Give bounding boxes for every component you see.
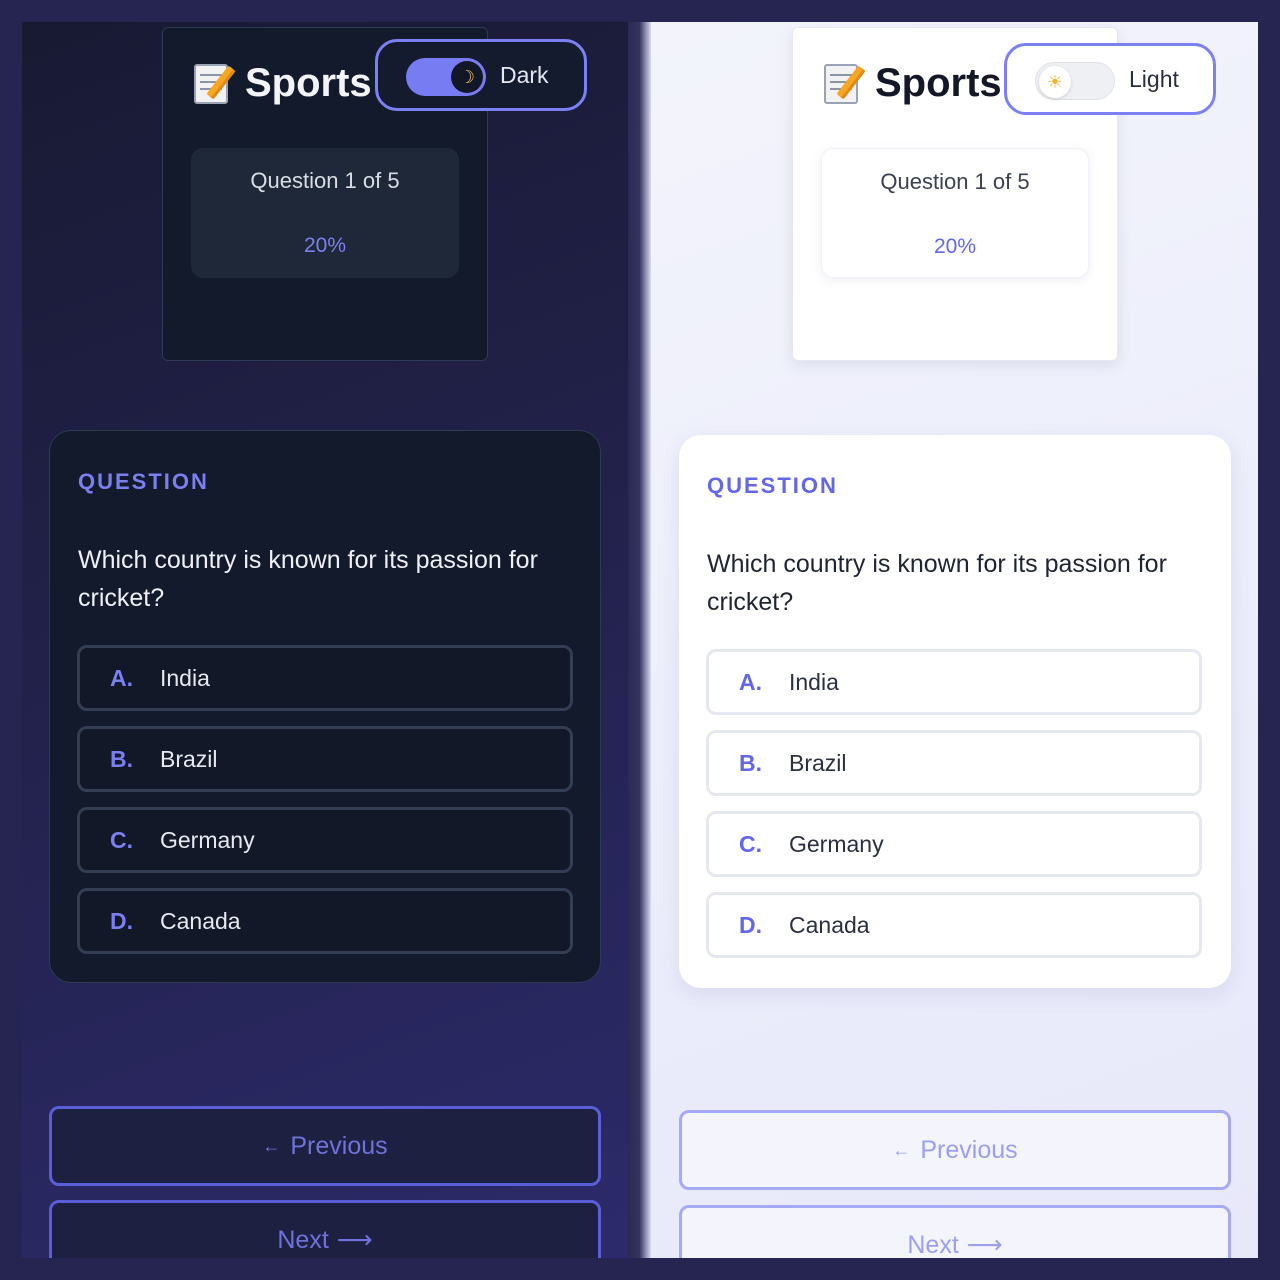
memo-icon	[191, 60, 236, 106]
theme-toggle[interactable]: ☽ Dark	[375, 39, 587, 111]
quiz-brand: Sports	[191, 60, 372, 106]
next-label: Next	[277, 1225, 329, 1254]
option-text: Germany	[160, 826, 255, 853]
option-letter: A.	[110, 664, 133, 691]
quiz-category-title: Sports	[245, 60, 372, 105]
option-text: Germany	[789, 830, 884, 857]
next-label: Next	[907, 1230, 959, 1259]
light-theme-panel: Sports Question 1 of 5 20% ☀ Light QUEST…	[651, 22, 1258, 1258]
option-letter: B.	[110, 745, 133, 772]
option-letter: A.	[739, 668, 762, 695]
previous-label: Previous	[920, 1135, 1018, 1164]
answer-option-a[interactable]: A. India	[77, 645, 573, 711]
next-button[interactable]: Next ⟶	[49, 1200, 601, 1258]
previous-button[interactable]: ← Previous	[679, 1110, 1231, 1190]
progress-percent: 20%	[933, 235, 977, 258]
next-button[interactable]: Next ⟶	[679, 1205, 1231, 1258]
answer-option-d[interactable]: D. Canada	[706, 892, 1202, 958]
theme-toggle-label: Dark	[500, 62, 549, 88]
arrow-right-icon: ⟶	[966, 1231, 1003, 1258]
answer-option-d[interactable]: D. Canada	[77, 888, 573, 954]
option-letter: C.	[739, 830, 762, 857]
theme-switch[interactable]: ☽	[406, 58, 486, 96]
option-letter: D.	[739, 911, 762, 938]
answer-option-a[interactable]: A. India	[706, 649, 1202, 715]
theme-toggle-label: Light	[1129, 66, 1179, 92]
theme-switch[interactable]: ☀	[1035, 62, 1115, 100]
arrow-left-icon: ←	[892, 1139, 911, 1160]
previous-label: Previous	[290, 1131, 388, 1160]
arrow-right-icon: ⟶	[336, 1226, 373, 1254]
option-text: India	[160, 664, 210, 691]
arrow-left-icon: ←	[262, 1135, 281, 1156]
answer-option-b[interactable]: B. Brazil	[77, 726, 573, 792]
progress-box: Question 1 of 5 20%	[821, 148, 1089, 278]
memo-icon	[821, 60, 866, 106]
option-letter: C.	[110, 826, 133, 853]
quiz-category-title: Sports	[875, 60, 1002, 105]
screenshot-canvas: Sports Question 1 of 5 20% ☽ Dark QUESTI…	[0, 0, 1280, 1280]
question-counter: Question 1 of 5	[880, 169, 1030, 194]
question-eyebrow: QUESTION	[707, 473, 838, 498]
option-text: Brazil	[789, 749, 847, 776]
moon-icon: ☽	[451, 61, 483, 93]
theme-toggle[interactable]: ☀ Light	[1004, 43, 1216, 115]
option-text: Canada	[789, 911, 870, 938]
progress-percent: 20%	[303, 234, 347, 257]
panel-divider	[628, 22, 651, 1258]
option-letter: B.	[739, 749, 762, 776]
progress-box: Question 1 of 5 20%	[191, 148, 459, 278]
answer-option-c[interactable]: C. Germany	[77, 807, 573, 873]
answer-options: A. India B. Brazil C. Germany D. Canada	[706, 649, 1202, 973]
question-text: Which country is known for its passion f…	[707, 550, 1167, 616]
answer-option-c[interactable]: C. Germany	[706, 811, 1202, 877]
answer-option-b[interactable]: B. Brazil	[706, 730, 1202, 796]
answer-options: A. India B. Brazil C. Germany D. Canada	[77, 645, 573, 969]
option-text: Brazil	[160, 745, 218, 772]
option-text: Canada	[160, 907, 241, 934]
dark-theme-panel: Sports Question 1 of 5 20% ☽ Dark QUESTI…	[22, 22, 628, 1258]
option-letter: D.	[110, 907, 133, 934]
quiz-brand: Sports	[821, 60, 1002, 106]
previous-button[interactable]: ← Previous	[49, 1106, 601, 1186]
question-text: Which country is known for its passion f…	[78, 546, 538, 612]
question-card: QUESTION Which country is known for its …	[679, 435, 1231, 988]
question-card: QUESTION Which country is known for its …	[49, 430, 601, 983]
question-counter: Question 1 of 5	[250, 168, 400, 193]
question-eyebrow: QUESTION	[78, 469, 209, 494]
option-text: India	[789, 668, 839, 695]
sun-icon: ☀	[1039, 66, 1071, 98]
